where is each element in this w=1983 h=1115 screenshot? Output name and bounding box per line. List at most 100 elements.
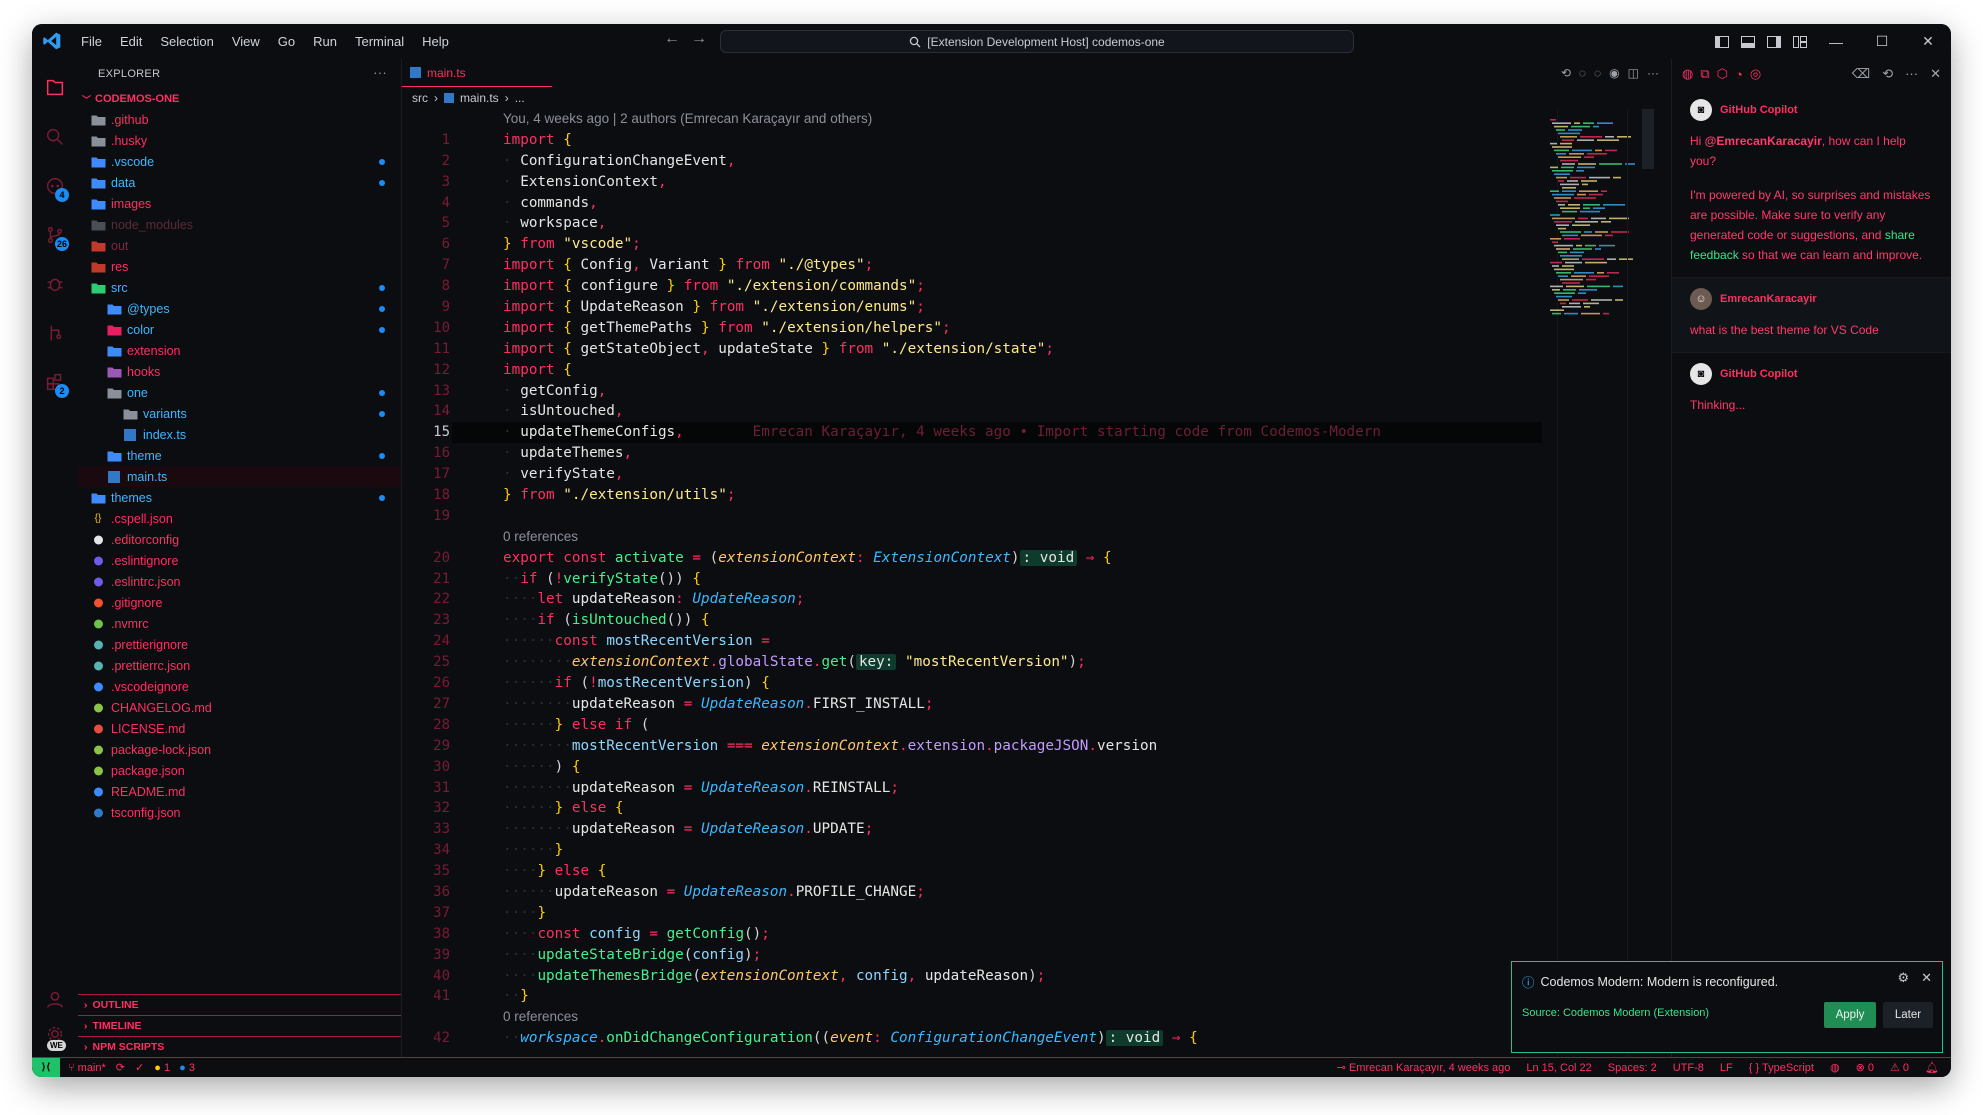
forward-arrow-icon[interactable]: → (691, 30, 707, 48)
close-window-icon[interactable]: ✕ (1905, 24, 1951, 59)
code-line[interactable]: 27 ········updateReason = UpdateReason.FI… (402, 694, 1552, 715)
toggle-secondary-sidebar-icon[interactable] (1761, 24, 1787, 59)
tree-item[interactable]: {} .cspell.json (78, 508, 401, 529)
more-chat-actions-icon[interactable]: ··· (1905, 66, 1918, 82)
menu-selection[interactable]: Selection (151, 24, 222, 59)
code-line[interactable]: 26 ······if (!mostRecentVersion) { (402, 673, 1552, 694)
tree-item[interactable]: main.ts (78, 466, 401, 487)
code-line[interactable]: 3 · ExtensionContext, (402, 172, 1552, 193)
code-line[interactable]: 41 ··} (402, 986, 1552, 1007)
code-line[interactable]: 37 ····} (402, 903, 1552, 924)
code-line[interactable]: 22 ····let updateReason: UpdateReason; (402, 589, 1552, 610)
extensions-activity[interactable]: 2 (32, 359, 78, 405)
code-line[interactable]: 5 · workspace, (402, 213, 1552, 234)
code-line[interactable]: 35 ····} else { (402, 861, 1552, 882)
tree-item[interactable]: CHANGELOG.md (78, 697, 401, 718)
breadcrumb-src[interactable]: src (412, 91, 428, 105)
tree-item[interactable]: LICENSE.md (78, 718, 401, 739)
tree-item[interactable]: .prettierrc.json (78, 655, 401, 676)
close-icon[interactable]: ✕ (1921, 970, 1932, 986)
tree-item[interactable]: .eslintignore (78, 550, 401, 571)
tree-item[interactable]: out (78, 235, 401, 256)
minimap[interactable] (1546, 117, 1636, 317)
code-line[interactable]: 6} from "vscode"; (402, 234, 1552, 255)
menu-help[interactable]: Help (413, 24, 458, 59)
split-editor-icon[interactable]: ◫ (1628, 66, 1639, 80)
tree-item[interactable]: data (78, 172, 401, 193)
code-line[interactable]: 9 import { UpdateReason } from "./extensi… (402, 297, 1552, 318)
cursor-position[interactable]: Ln 15, Col 22 (1526, 1062, 1591, 1074)
command-center-search[interactable]: [Extension Development Host] codemos-one (720, 30, 1354, 53)
tree-item[interactable]: images (78, 193, 401, 214)
warnings-item[interactable]: ⚠ 0 (1890, 1061, 1909, 1074)
minimize-icon[interactable]: — (1813, 24, 1859, 59)
code-line[interactable]: 31 ········updateReason = UpdateReason.RE… (402, 778, 1552, 799)
run-debug-activity[interactable] (32, 261, 78, 307)
tree-item[interactable]: package-lock.json (78, 739, 401, 760)
later-button[interactable]: Later (1883, 1002, 1933, 1028)
tree-item[interactable]: color (78, 319, 401, 340)
tree-item[interactable]: .prettierignore (78, 634, 401, 655)
tree-item[interactable]: package.json (78, 760, 401, 781)
history-icon[interactable]: ⟲ (1882, 66, 1893, 82)
sync-icon[interactable]: ⟳ (116, 1061, 125, 1074)
greeting-user[interactable]: @EmrecanKaracayir (1705, 134, 1822, 148)
codelens-text[interactable]: 0 references (503, 527, 578, 548)
previous-change-icon[interactable]: ◌ (1579, 66, 1586, 80)
code-line[interactable]: 17 · verifyState, (402, 464, 1552, 485)
chat-sessions-icon[interactable]: ⧉ (1700, 66, 1709, 82)
workspace-root[interactable]: ﹀ CODEMOS-ONE (78, 89, 401, 109)
code-line[interactable]: 36 ······updateReason = UpdateReason.PROF… (402, 882, 1552, 903)
copilot-icon[interactable]: ◍ (1682, 66, 1693, 82)
code-line[interactable]: 23 ····if (isUntouched()) { (402, 610, 1552, 631)
breadcrumb-symbol[interactable]: ... (515, 91, 525, 105)
code-line[interactable]: 16 · updateThemes, (402, 443, 1552, 464)
code-line[interactable]: 1 import { (402, 130, 1552, 151)
menu-run[interactable]: Run (304, 24, 346, 59)
tree-item[interactable]: .gitignore (78, 592, 401, 613)
copilot-activity[interactable]: 4 (32, 163, 78, 209)
clear-chat-icon[interactable]: ⌫ (1852, 66, 1870, 82)
code-line[interactable]: 39 ····updateStateBridge(config); (402, 945, 1552, 966)
tree-item[interactable]: tsconfig.json (78, 802, 401, 823)
explorer-activity[interactable] (32, 65, 78, 111)
menu-file[interactable]: File (72, 24, 111, 59)
tab-main-ts[interactable]: main.ts (402, 59, 552, 87)
code-line[interactable]: 12 import { (402, 360, 1552, 381)
code-line[interactable]: 18} from "./extension/utils"; (402, 485, 1552, 506)
code-line[interactable]: 21 ··if (!verifyState()) { (402, 569, 1552, 590)
indentation[interactable]: Spaces: 2 (1608, 1062, 1657, 1074)
code-line[interactable]: 11 import { getStateObject, updateState }… (402, 339, 1552, 360)
open-changes-icon[interactable]: ⟲ (1561, 66, 1571, 80)
codelens-text[interactable]: 0 references (503, 1007, 578, 1028)
tree-item[interactable]: @types (78, 298, 401, 319)
copilot-status-icon[interactable]: ◍ (1830, 1061, 1840, 1074)
scrollbar-thumb[interactable] (1642, 109, 1654, 169)
chat-tab-icon[interactable]: ⬡ (1717, 66, 1728, 82)
code-line[interactable]: 19 (402, 506, 1552, 527)
code-line[interactable]: 4 · commands, (402, 193, 1552, 214)
language-mode[interactable]: { } TypeScript (1749, 1062, 1814, 1074)
code-line[interactable]: 34 ······} (402, 840, 1552, 861)
tree-item[interactable]: .eslintrc.json (78, 571, 401, 592)
section-timeline[interactable]: › TIMELINE (78, 1015, 401, 1036)
tree-item[interactable]: .husky (78, 130, 401, 151)
tree-item[interactable]: .vscodeignore (78, 676, 401, 697)
tree-item[interactable]: variants (78, 403, 401, 424)
source-control-activity[interactable]: 26 (32, 212, 78, 258)
tree-item[interactable]: .vscode (78, 151, 401, 172)
maximize-icon[interactable]: ☐ (1859, 24, 1905, 59)
breadcrumb-file[interactable]: main.ts (460, 91, 499, 105)
code-line[interactable]: 29 ········mostRecentVersion === extensio… (402, 736, 1552, 757)
chat-history-icon[interactable]: ◔ (1735, 67, 1743, 82)
tree-item[interactable]: extension (78, 340, 401, 361)
code-line[interactable]: 13 · getConfig, (402, 381, 1552, 402)
tree-item[interactable]: README.md (78, 781, 401, 802)
tree-item[interactable]: node_modules (78, 214, 401, 235)
end-of-line[interactable]: LF (1720, 1062, 1733, 1074)
apply-button[interactable]: Apply (1824, 1002, 1876, 1028)
toggle-blame-icon[interactable]: ◉ (1609, 66, 1619, 80)
menu-view[interactable]: View (223, 24, 269, 59)
code-line[interactable]: 24 ······const mostRecentVersion = (402, 631, 1552, 652)
codelens-references[interactable]: 0 references (402, 1007, 1552, 1028)
